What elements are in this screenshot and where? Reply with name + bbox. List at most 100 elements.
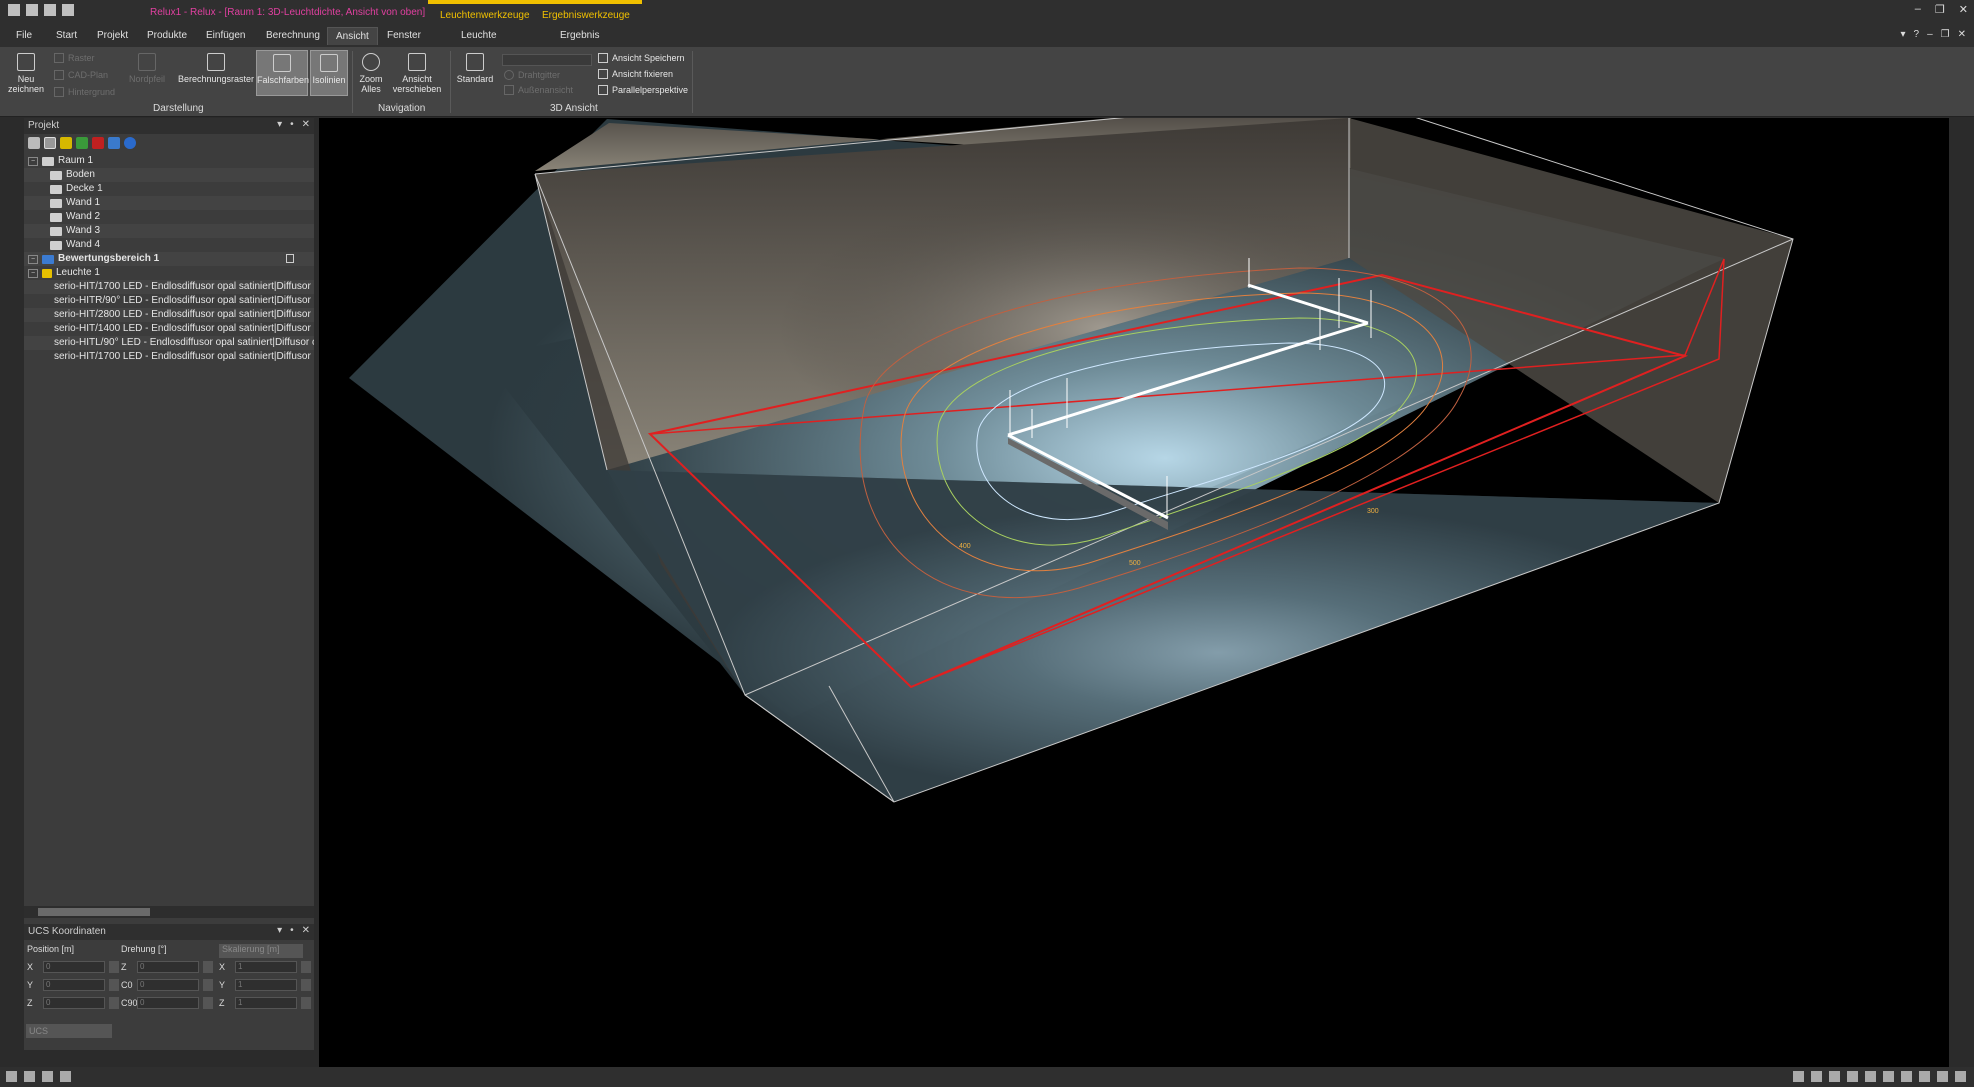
tree-item[interactable]: Wand 3 bbox=[24, 224, 314, 238]
color-icon[interactable] bbox=[1919, 1071, 1930, 1082]
tree-item[interactable]: serio-HITR/90° LED - Endlosdiffusor opal… bbox=[24, 294, 314, 308]
ribbon-options-icon[interactable]: ▾ bbox=[1900, 29, 1905, 40]
delete-icon[interactable] bbox=[92, 137, 104, 149]
isolinien-button[interactable]: Isolinien bbox=[310, 50, 348, 96]
tree-item[interactable]: − Raum 1 bbox=[24, 154, 314, 168]
spinner-icon[interactable] bbox=[301, 979, 311, 991]
save-icon[interactable] bbox=[8, 4, 20, 16]
nordpfeil-button[interactable]: Nordpfeil bbox=[122, 53, 172, 84]
tree-item[interactable]: serio-HIT/1700 LED - Endlosdiffusor opal… bbox=[24, 350, 314, 364]
settings-icon[interactable] bbox=[1955, 1071, 1966, 1082]
close-icon[interactable]: ✕ bbox=[1959, 3, 1968, 16]
minimize-icon[interactable]: – bbox=[1915, 3, 1921, 16]
tree-item[interactable]: serio-HITL/90° LED - Endlosdiffusor opal… bbox=[24, 336, 314, 350]
layers-icon[interactable] bbox=[28, 137, 40, 149]
spinner-icon[interactable] bbox=[203, 979, 213, 991]
zoom-out-icon[interactable] bbox=[1829, 1071, 1840, 1082]
menu-ansicht[interactable]: Ansicht bbox=[327, 27, 378, 45]
tree-item[interactable]: − Bewertungsbereich 1 bbox=[24, 252, 314, 266]
ucs-position-field[interactable]: 0 bbox=[43, 979, 105, 991]
ucs-position-field[interactable]: 0 bbox=[43, 961, 105, 973]
tree-item[interactable]: Decke 1 bbox=[24, 182, 314, 196]
scrollbar-thumb[interactable] bbox=[38, 908, 150, 916]
tree-item[interactable]: Wand 4 bbox=[24, 238, 314, 252]
menu-leuchte[interactable]: Leuchte bbox=[461, 30, 497, 41]
room-view-icon[interactable] bbox=[44, 137, 56, 149]
tree-item[interactable]: Boden bbox=[24, 168, 314, 182]
3d-scene[interactable]: 500 400 300 bbox=[319, 95, 1949, 1067]
spinner-icon[interactable] bbox=[109, 979, 119, 991]
ucs-rotation-field[interactable]: 0 bbox=[137, 997, 199, 1009]
ansicht-speichern-button[interactable]: Ansicht Speichern bbox=[598, 53, 685, 63]
ucs-scale-field[interactable]: 1 bbox=[235, 979, 297, 991]
redo-icon[interactable] bbox=[62, 4, 74, 16]
hintergrund-button[interactable]: Hintergrund bbox=[54, 87, 115, 97]
mdi-minimize-icon[interactable]: – bbox=[1927, 29, 1933, 40]
ucs-rotation-field[interactable]: 0 bbox=[137, 979, 199, 991]
pin-icon[interactable]: • bbox=[290, 119, 294, 130]
grid-toggle-icon[interactable] bbox=[24, 1071, 35, 1082]
add-luminaire-icon[interactable] bbox=[60, 137, 72, 149]
globe-icon[interactable] bbox=[124, 137, 136, 149]
ucs-scale-field[interactable]: 1 bbox=[235, 961, 297, 973]
berechnungsraster-button[interactable]: Berechnungsraster bbox=[178, 53, 254, 84]
spinner-icon[interactable] bbox=[109, 961, 119, 973]
menu-ergebnis[interactable]: Ergebnis bbox=[560, 30, 599, 41]
zoom-alles-button[interactable]: Zoom Alles bbox=[356, 53, 386, 94]
ucs-scale-field[interactable]: 1 bbox=[235, 997, 297, 1009]
undo-icon[interactable] bbox=[44, 4, 56, 16]
context-tab-leuchtenwerkzeuge[interactable]: Leuchtenwerkzeuge bbox=[428, 0, 542, 25]
drahtgitter-button[interactable]: Drahtgitter bbox=[504, 70, 560, 80]
tool-icon[interactable] bbox=[1793, 1071, 1804, 1082]
lock-icon[interactable] bbox=[286, 254, 294, 263]
spinner-icon[interactable] bbox=[203, 961, 213, 973]
cad-plan-button[interactable]: CAD-Plan bbox=[54, 70, 108, 80]
tree-item[interactable]: Wand 2 bbox=[24, 210, 314, 224]
menu-start[interactable]: Start bbox=[56, 30, 77, 41]
neu-zeichnen-button[interactable]: Neu zeichnen bbox=[6, 53, 46, 94]
camera-icon[interactable] bbox=[1865, 1071, 1876, 1082]
ucs-rotation-field[interactable]: 0 bbox=[137, 961, 199, 973]
3d-viewport[interactable]: 500 400 300 bbox=[319, 95, 1949, 1067]
ucs-select[interactable]: UCS bbox=[26, 1024, 112, 1038]
horizontal-scrollbar[interactable] bbox=[24, 906, 314, 918]
ucs-position-field[interactable]: 0 bbox=[43, 997, 105, 1009]
spinner-icon[interactable] bbox=[203, 997, 213, 1009]
ansicht-verschieben-button[interactable]: Ansicht verschieben bbox=[392, 53, 442, 94]
maximize-icon[interactable]: ❐ bbox=[1935, 3, 1945, 16]
layout-icon[interactable] bbox=[1901, 1071, 1912, 1082]
spinner-icon[interactable] bbox=[301, 997, 311, 1009]
context-tab-ergebniswerkzeuge[interactable]: Ergebniswerkzeuge bbox=[530, 0, 642, 25]
print-icon[interactable] bbox=[26, 4, 38, 16]
image-icon[interactable] bbox=[60, 1071, 71, 1082]
page-icon[interactable] bbox=[1883, 1071, 1894, 1082]
spinner-icon[interactable] bbox=[301, 961, 311, 973]
cursor-icon[interactable] bbox=[6, 1071, 17, 1082]
pin-icon[interactable]: • bbox=[290, 925, 294, 936]
menu-berechnung[interactable]: Berechnung bbox=[266, 30, 320, 41]
tree-item[interactable]: serio-HIT/1700 LED - Endlosdiffusor opal… bbox=[24, 280, 314, 294]
close-icon[interactable]: ✕ bbox=[302, 925, 310, 936]
object-icon[interactable] bbox=[108, 137, 120, 149]
mdi-close-icon[interactable]: ✕ bbox=[1958, 29, 1966, 40]
dropdown-icon[interactable]: ▾ bbox=[277, 925, 282, 936]
chart-icon[interactable] bbox=[42, 1071, 53, 1082]
parallelperspektive-checkbox[interactable]: Parallelperspektive bbox=[598, 85, 688, 95]
menu-einfuegen[interactable]: Einfügen bbox=[206, 30, 245, 41]
ansicht-fixieren-checkbox[interactable]: Ansicht fixieren bbox=[598, 69, 673, 79]
menu-produkte[interactable]: Produkte bbox=[147, 30, 187, 41]
menu-file[interactable]: File bbox=[16, 30, 32, 41]
menu-projekt[interactable]: Projekt bbox=[97, 30, 128, 41]
expand-icon[interactable]: − bbox=[28, 156, 38, 166]
dropdown-icon[interactable]: ▾ bbox=[277, 119, 282, 130]
tree-item[interactable]: Wand 1 bbox=[24, 196, 314, 210]
menu-fenster[interactable]: Fenster bbox=[387, 30, 421, 41]
tree-item[interactable]: serio-HIT/2800 LED - Endlosdiffusor opal… bbox=[24, 308, 314, 322]
expand-icon[interactable]: − bbox=[28, 268, 38, 278]
tree-item[interactable]: serio-HIT/1400 LED - Endlosdiffusor opal… bbox=[24, 322, 314, 336]
mdi-restore-icon[interactable]: ❐ bbox=[1941, 29, 1950, 40]
lamp-icon[interactable] bbox=[1937, 1071, 1948, 1082]
tree-item[interactable]: − Leuchte 1 bbox=[24, 266, 314, 280]
standard-view-button[interactable]: Standard bbox=[454, 53, 496, 84]
view-icon[interactable] bbox=[1847, 1071, 1858, 1082]
